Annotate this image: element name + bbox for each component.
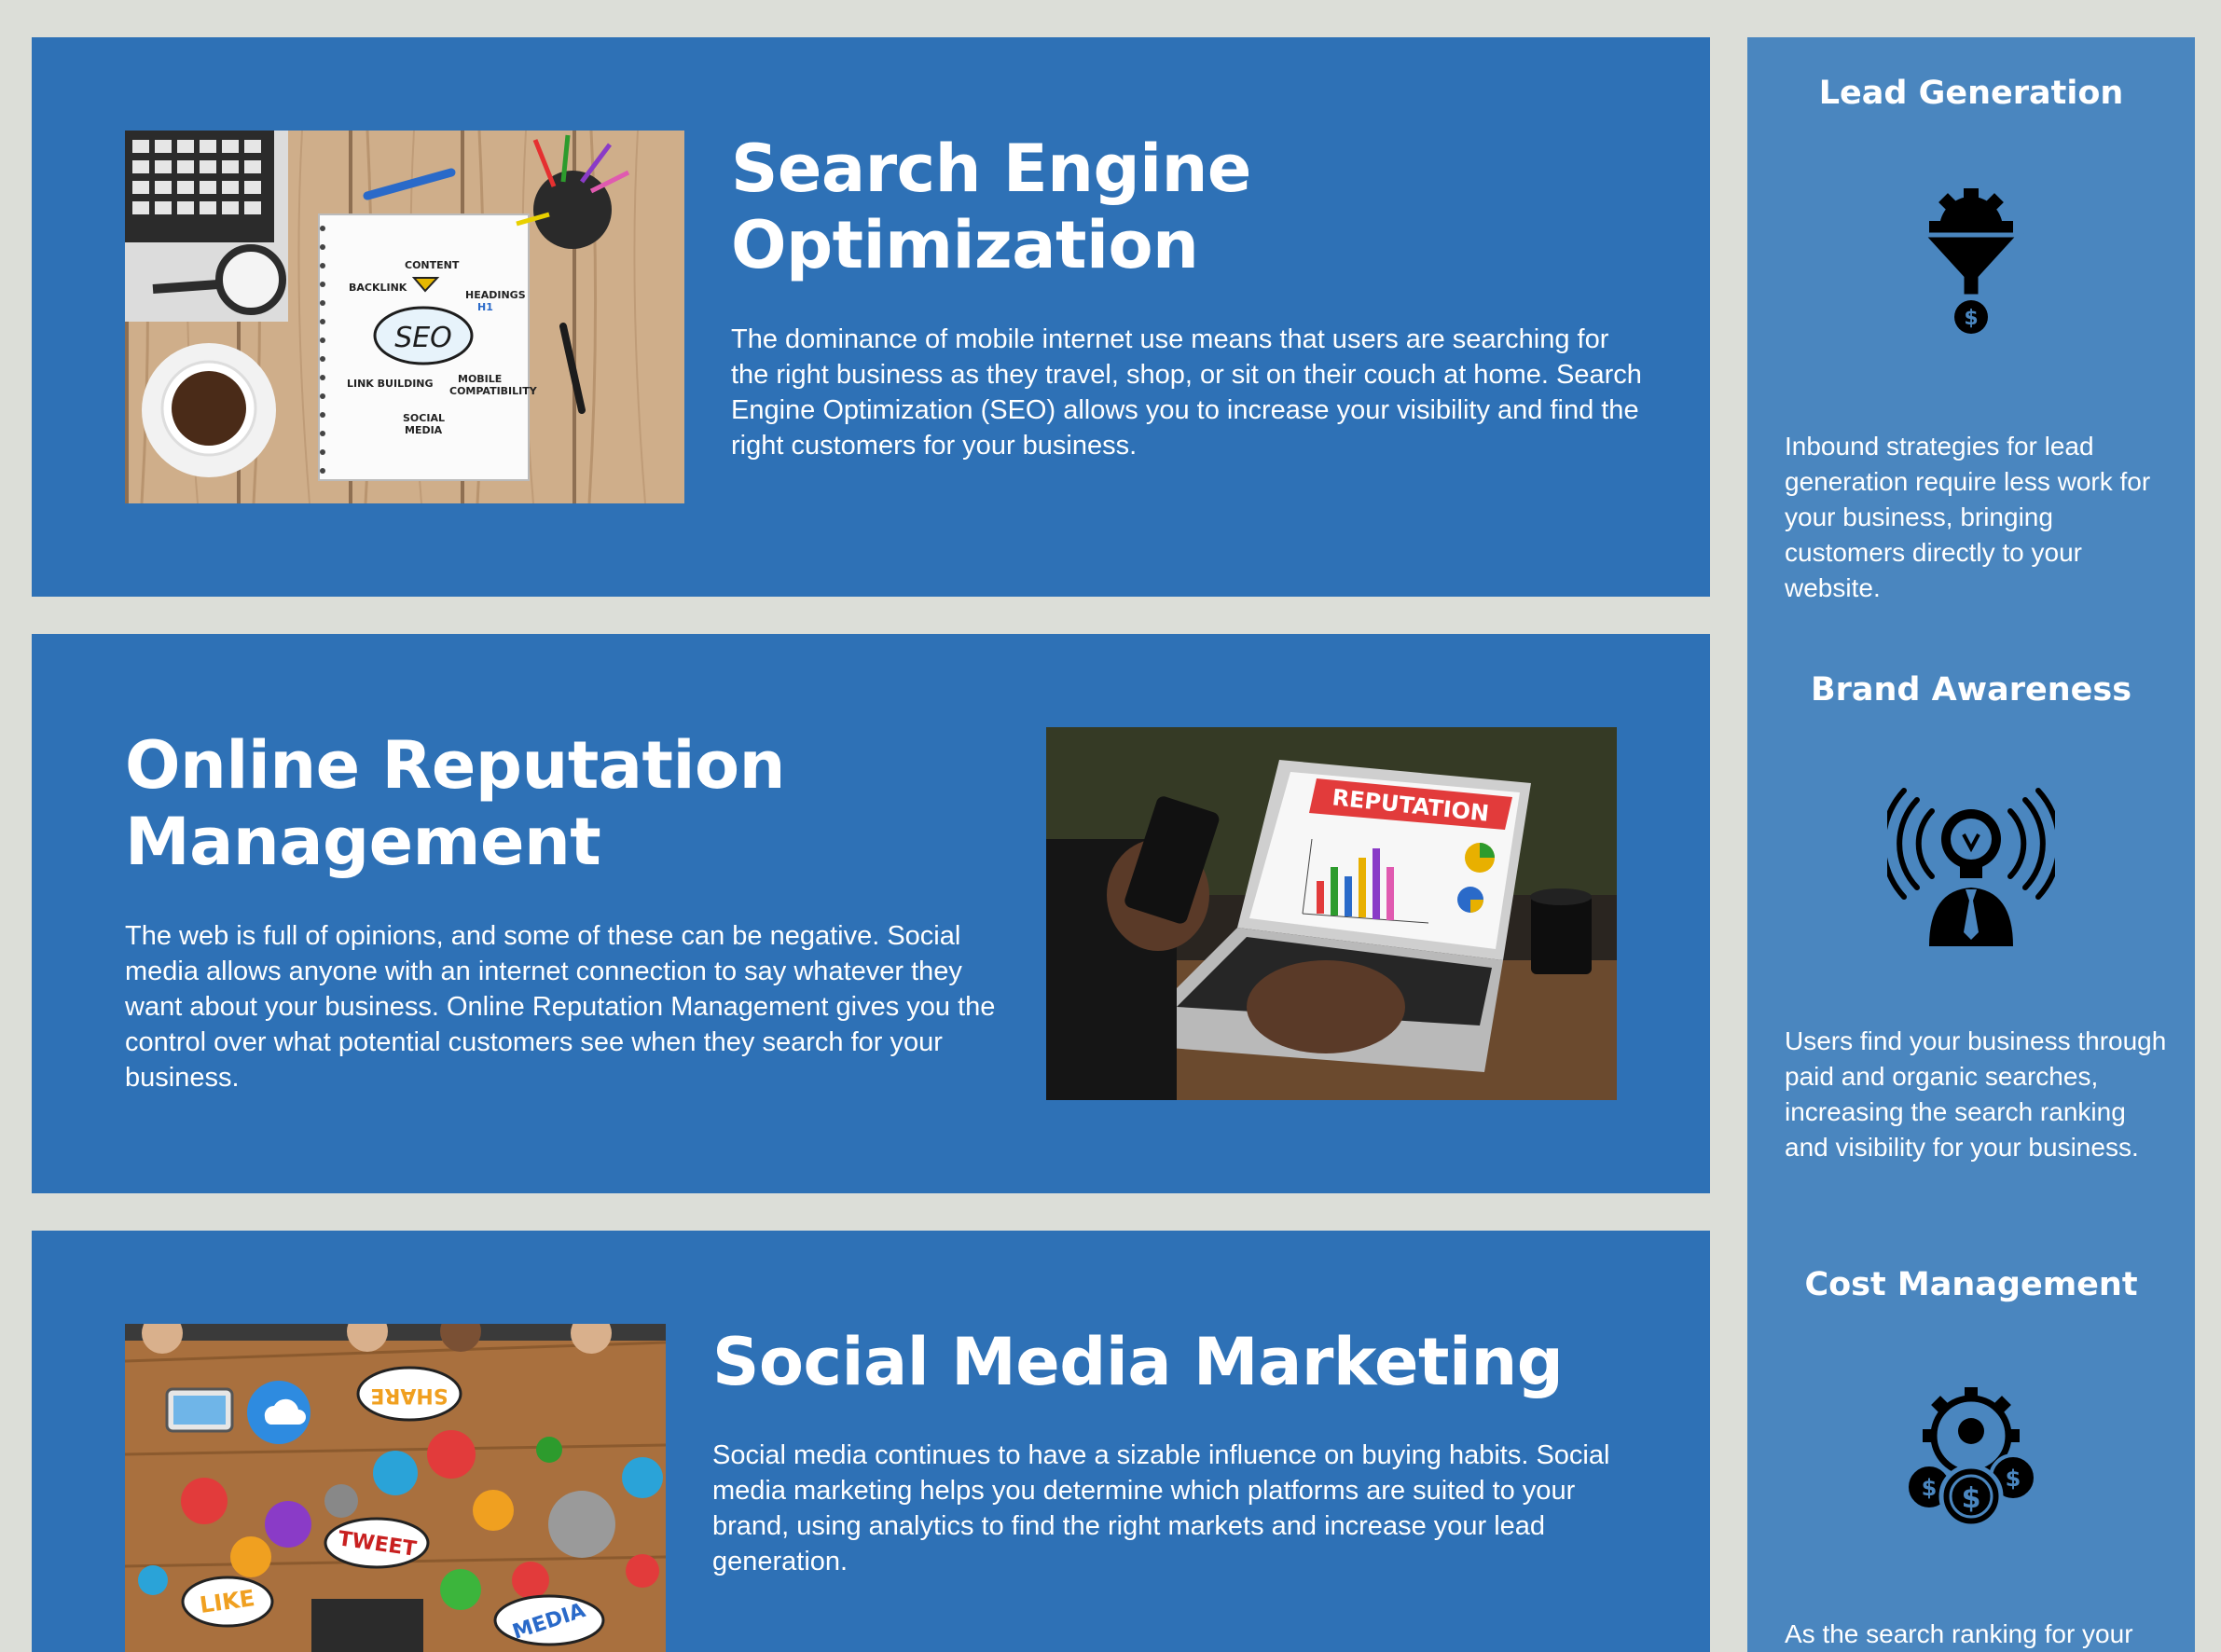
reputation-card: Online Reputation Management The web is f… [32,634,1710,1193]
svg-text:MEDIA: MEDIA [405,424,443,436]
svg-text:$: $ [2006,1466,2021,1492]
social-media-description: Social media continues to have a sizable… [712,1440,1610,1576]
reputation-laptop-photo: REPUTATION [1046,727,1617,1100]
svg-text:COMPATIBILITY: COMPATIBILITY [449,385,538,397]
reputation-title: Online Reputation Management [125,727,785,880]
funnel-gear-dollar-icon: $ [1887,186,2055,354]
cost-management-text: As the search ranking for your [1785,1619,2133,1648]
reputation-description: The web is full of opinions, and some of… [125,921,996,1093]
seo-desk-photo: SEO CONTENT BACKLINK HEADINGS H1 LINK BU… [125,131,684,503]
gear-person-coins-icon: $ $ $ [1887,1380,2055,1548]
svg-text:MOBILE: MOBILE [458,373,502,385]
brand-awareness-title: Brand Awareness [1810,671,2132,709]
svg-text:$: $ [1964,307,1978,330]
lead-generation-title: Lead Generation [1818,75,2124,112]
lightbulb-person-broadcast-icon [1887,783,2055,951]
svg-text:LINK BUILDING: LINK BUILDING [347,378,434,390]
svg-text:HEADINGS: HEADINGS [465,289,526,301]
seo-title: Search Engine Optimization [731,131,1251,283]
benefits-sidebar: Lead Generation $ Inbound strategies for… [1747,37,2195,1652]
social-media-title: Social Media Marketing [712,1324,1564,1400]
brand-awareness-text: Users find your business through paid an… [1785,1026,2167,1162]
svg-text:$: $ [1962,1482,1981,1515]
seo-description: The dominance of mobile internet use mea… [731,324,1642,461]
cost-management-title: Cost Management [1804,1266,2138,1303]
svg-text:$: $ [1922,1475,1938,1501]
social-media-card: SHARE TWEET LIKE MEDIA Social Media Mark… [32,1231,1710,1652]
svg-text:SOCIAL: SOCIAL [403,412,445,424]
svg-text:SHARE: SHARE [370,1384,448,1407]
svg-text:SEO: SEO [394,322,452,354]
svg-text:CONTENT: CONTENT [405,259,460,271]
svg-text:H1: H1 [477,301,493,313]
lead-generation-text: Inbound strategies for lead generation r… [1785,432,2151,602]
svg-text:BACKLINK: BACKLINK [349,282,407,294]
social-media-photo: SHARE TWEET LIKE MEDIA [125,1324,666,1652]
seo-card: SEO CONTENT BACKLINK HEADINGS H1 LINK BU… [32,37,1710,597]
